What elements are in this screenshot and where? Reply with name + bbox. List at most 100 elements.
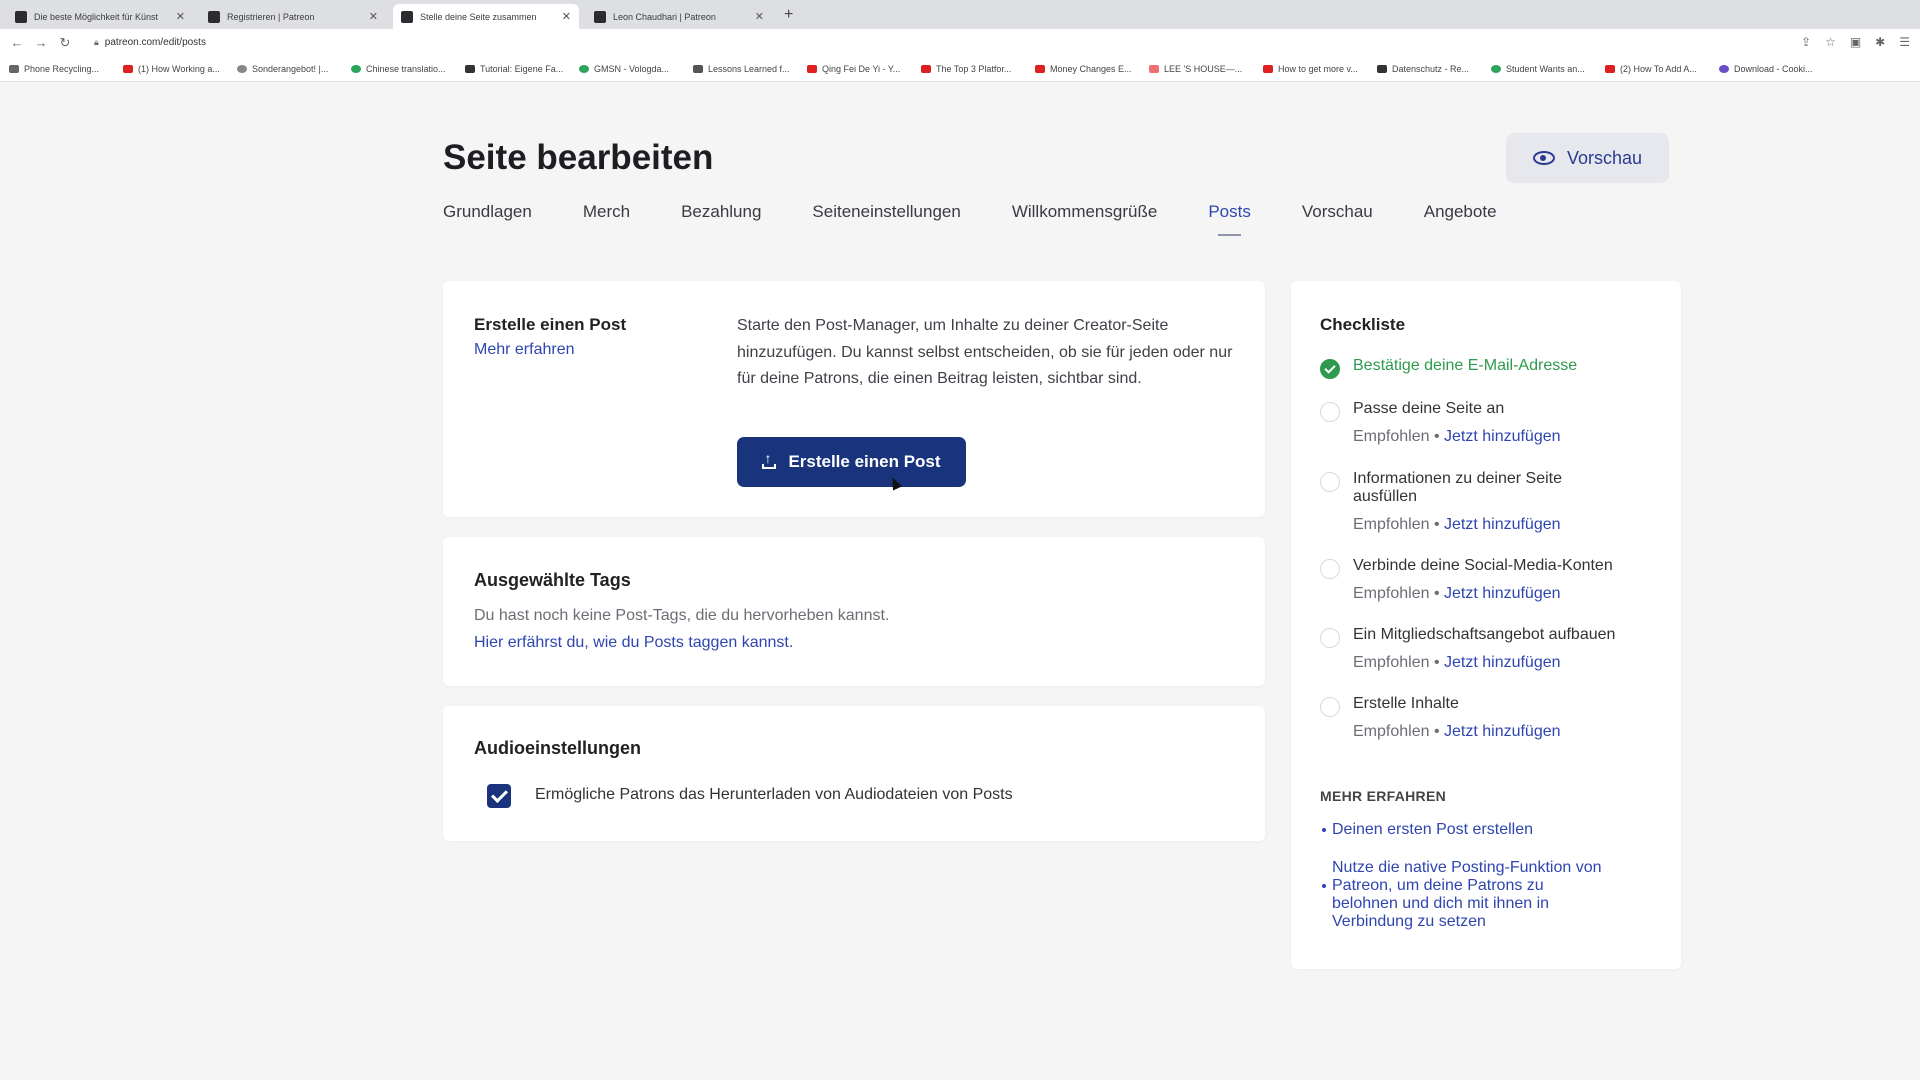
bookmark-item[interactable]: Qing Fei De Yi - Y... bbox=[807, 64, 912, 74]
audio-settings-title: Audioeinstellungen bbox=[474, 738, 642, 758]
lock-icon: 🔒︎ bbox=[94, 37, 99, 47]
bookmark-item[interactable]: GMSN - Vologda... bbox=[579, 64, 684, 74]
globe-icon bbox=[237, 64, 247, 73]
bullet-icon bbox=[1322, 884, 1326, 888]
patreon-favicon-icon bbox=[594, 10, 606, 23]
checklist-title: Checkliste bbox=[1320, 315, 1406, 334]
empty-circle-icon bbox=[1320, 402, 1340, 422]
bookmark-item[interactable]: (1) How Working a... bbox=[123, 64, 228, 74]
check-circle-icon bbox=[1320, 359, 1340, 379]
checklist-card: Checkliste Bestätige deine E-Mail-Adress… bbox=[1291, 281, 1681, 969]
browser-tab[interactable]: Die beste Möglichkeit für Künst ✕ bbox=[7, 4, 193, 29]
empty-circle-icon bbox=[1320, 628, 1340, 648]
patreon-favicon-icon bbox=[401, 10, 413, 23]
address-bar: ← → ↻ 🔒︎ patreon.com/edit/posts ⇪ ☆ ▣ ✱ ☰ bbox=[0, 29, 1920, 56]
bookmark-item[interactable]: Download - Cooki... bbox=[1719, 64, 1824, 74]
empty-circle-icon bbox=[1320, 472, 1340, 492]
browser-tab[interactable]: Leon Chaudhari | Patreon ✕ bbox=[586, 4, 772, 29]
add-now-link[interactable]: Jetzt hinzufügen bbox=[1444, 723, 1561, 740]
share-icon[interactable]: ⇪ bbox=[1801, 35, 1811, 49]
add-now-link[interactable]: Jetzt hinzufügen bbox=[1444, 428, 1561, 445]
bookmark-item[interactable]: Lessons Learned f... bbox=[693, 64, 798, 74]
search-icon bbox=[9, 64, 19, 73]
bookmark-item[interactable]: How to get more v... bbox=[1263, 64, 1368, 74]
audio-download-label[interactable]: Ermögliche Patrons das Herunterladen von… bbox=[535, 786, 1013, 804]
bookmark-item[interactable]: LEE 'S HOUSE—... bbox=[1149, 64, 1254, 74]
featured-tags-card: Ausgewählte Tags Du hast noch keine Post… bbox=[443, 537, 1265, 686]
hash-icon bbox=[465, 64, 475, 73]
reload-icon[interactable]: ↻ bbox=[58, 35, 72, 51]
puzzle-icon[interactable]: ✱ bbox=[1875, 35, 1885, 49]
learn-link[interactable]: Deinen ersten Post erstellen bbox=[1322, 821, 1632, 839]
tab-posts[interactable]: Posts bbox=[1208, 202, 1251, 236]
document-icon bbox=[1377, 64, 1387, 73]
browser-tab-bar: Die beste Möglichkeit für Künst ✕ Registr… bbox=[0, 0, 1920, 29]
download-icon bbox=[1719, 64, 1729, 73]
tab-seiteneinstellungen[interactable]: Seiteneinstellungen bbox=[812, 202, 960, 222]
patreon-favicon-icon bbox=[15, 10, 27, 23]
youtube-icon bbox=[1035, 64, 1045, 73]
bookmark-item[interactable]: Chinese translatio... bbox=[351, 64, 456, 74]
youtube-icon bbox=[123, 64, 133, 73]
bookmark-item[interactable]: The Top 3 Platfor... bbox=[921, 64, 1026, 74]
bookmark-item[interactable]: Student Wants an... bbox=[1491, 64, 1596, 74]
tab-willkommensgruesse[interactable]: Willkommensgrüße bbox=[1012, 202, 1157, 222]
add-now-link[interactable]: Jetzt hinzufügen bbox=[1444, 654, 1561, 671]
preview-button[interactable]: Vorschau bbox=[1506, 133, 1669, 183]
link-icon bbox=[693, 64, 703, 73]
new-tab-icon[interactable]: + bbox=[784, 6, 793, 24]
create-post-card: Erstelle einen Post Mehr erfahren Starte… bbox=[443, 281, 1265, 517]
add-now-link[interactable]: Jetzt hinzufügen bbox=[1444, 585, 1561, 602]
learn-link[interactable]: Nutze die native Posting-Funktion von Pa… bbox=[1322, 859, 1602, 931]
youtube-icon bbox=[807, 64, 817, 73]
url-field[interactable]: 🔒︎ patreon.com/edit/posts bbox=[94, 37, 206, 48]
extension-icon[interactable]: ▣ bbox=[1850, 35, 1861, 49]
bookmark-item[interactable]: Datenschutz - Re... bbox=[1377, 64, 1482, 74]
page-title: Seite bearbeiten bbox=[443, 138, 714, 177]
bookmark-item[interactable]: Tutorial: Eigene Fa... bbox=[465, 64, 570, 74]
close-icon[interactable]: ✕ bbox=[176, 10, 185, 23]
tab-angebote[interactable]: Angebote bbox=[1424, 202, 1497, 222]
back-arrow-icon[interactable]: ← bbox=[10, 35, 24, 50]
browser-actions: ⇪ ☆ ▣ ✱ ☰ bbox=[1801, 35, 1910, 49]
globe-icon bbox=[1491, 64, 1501, 73]
forward-arrow-icon[interactable]: → bbox=[34, 35, 48, 50]
audio-download-checkbox[interactable] bbox=[487, 784, 511, 808]
bookmark-item[interactable]: Sonderangebot! |... bbox=[237, 64, 342, 74]
tag-posts-help-link[interactable]: Hier erfährst du, wie du Posts taggen ka… bbox=[474, 634, 793, 652]
learn-more-link[interactable]: Mehr erfahren bbox=[474, 341, 575, 359]
star-icon[interactable]: ☆ bbox=[1825, 35, 1836, 49]
upload-icon bbox=[762, 450, 777, 469]
translate-icon bbox=[351, 64, 361, 73]
youtube-icon bbox=[1263, 64, 1273, 73]
bookmark-item[interactable]: Money Changes E... bbox=[1035, 64, 1140, 74]
create-post-button[interactable]: Erstelle einen Post bbox=[737, 437, 966, 487]
bookmark-item[interactable]: (2) How To Add A... bbox=[1605, 64, 1710, 74]
featured-tags-title: Ausgewählte Tags bbox=[474, 570, 631, 590]
gmsn-icon bbox=[579, 64, 589, 73]
tab-merch[interactable]: Merch bbox=[583, 202, 630, 222]
featured-tags-empty-text: Du hast noch keine Post-Tags, die du her… bbox=[474, 607, 890, 624]
bullet-icon bbox=[1322, 828, 1326, 832]
youtube-icon bbox=[921, 64, 931, 73]
menu-icon[interactable]: ☰ bbox=[1899, 35, 1910, 49]
browser-tab[interactable]: Registrieren | Patreon ✕ bbox=[200, 4, 386, 29]
bookmark-item[interactable]: Phone Recycling... bbox=[9, 64, 114, 74]
patreon-favicon-icon bbox=[208, 10, 220, 23]
airbnb-icon bbox=[1149, 64, 1159, 73]
tab-bezahlung[interactable]: Bezahlung bbox=[681, 202, 761, 222]
close-icon[interactable]: ✕ bbox=[369, 10, 378, 23]
tab-grundlagen[interactable]: Grundlagen bbox=[443, 202, 532, 222]
create-post-description: Starte den Post-Manager, um Inhalte zu d… bbox=[737, 317, 1233, 387]
close-icon[interactable]: ✕ bbox=[562, 10, 571, 23]
close-icon[interactable]: ✕ bbox=[755, 10, 764, 23]
tab-vorschau[interactable]: Vorschau bbox=[1302, 202, 1373, 222]
learn-more-heading: MEHR ERFAHREN bbox=[1320, 788, 1447, 804]
create-post-title: Erstelle einen Post bbox=[474, 315, 627, 334]
add-now-link[interactable]: Jetzt hinzufügen bbox=[1444, 516, 1561, 533]
page-tabs: Grundlagen Merch Bezahlung Seiteneinstel… bbox=[443, 202, 1548, 236]
empty-circle-icon bbox=[1320, 697, 1340, 717]
audio-settings-card: Audioeinstellungen Ermögliche Patrons da… bbox=[443, 706, 1265, 841]
eye-icon bbox=[1532, 151, 1555, 165]
browser-tab-active[interactable]: Stelle deine Seite zusammen ✕ bbox=[393, 4, 579, 29]
